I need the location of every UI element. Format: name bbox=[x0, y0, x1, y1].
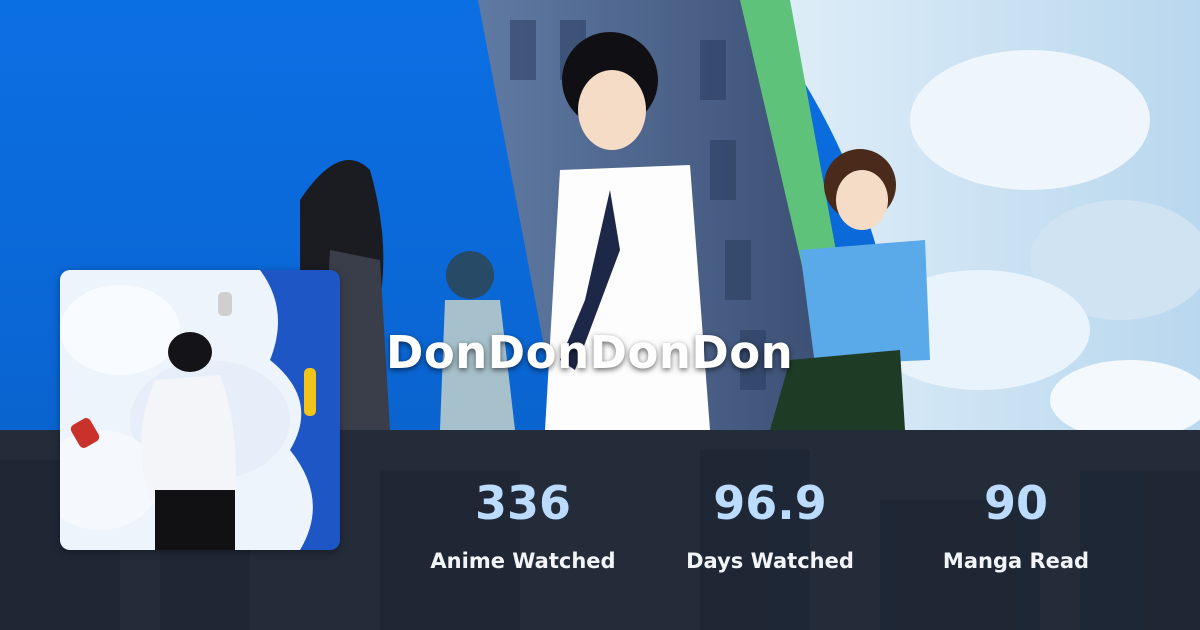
stat-label: Days Watched bbox=[686, 549, 854, 573]
stat-value: 336 bbox=[474, 476, 572, 530]
stat-days-watched: 96.9 Days Watched bbox=[650, 470, 890, 576]
profile-card: DonDonDonDon 336 Anime Watched 96.9 Days… bbox=[0, 0, 1200, 630]
stat-value: 96.9 bbox=[713, 476, 827, 530]
username: DonDonDonDon bbox=[386, 326, 794, 379]
stat-label: Anime Watched bbox=[430, 549, 616, 573]
stat-manga-read: 90 Manga Read bbox=[896, 470, 1136, 576]
avatar bbox=[60, 270, 340, 550]
stat-value: 90 bbox=[983, 476, 1048, 530]
stat-label: Manga Read bbox=[942, 549, 1090, 573]
stat-anime-watched: 336 Anime Watched bbox=[403, 470, 643, 576]
